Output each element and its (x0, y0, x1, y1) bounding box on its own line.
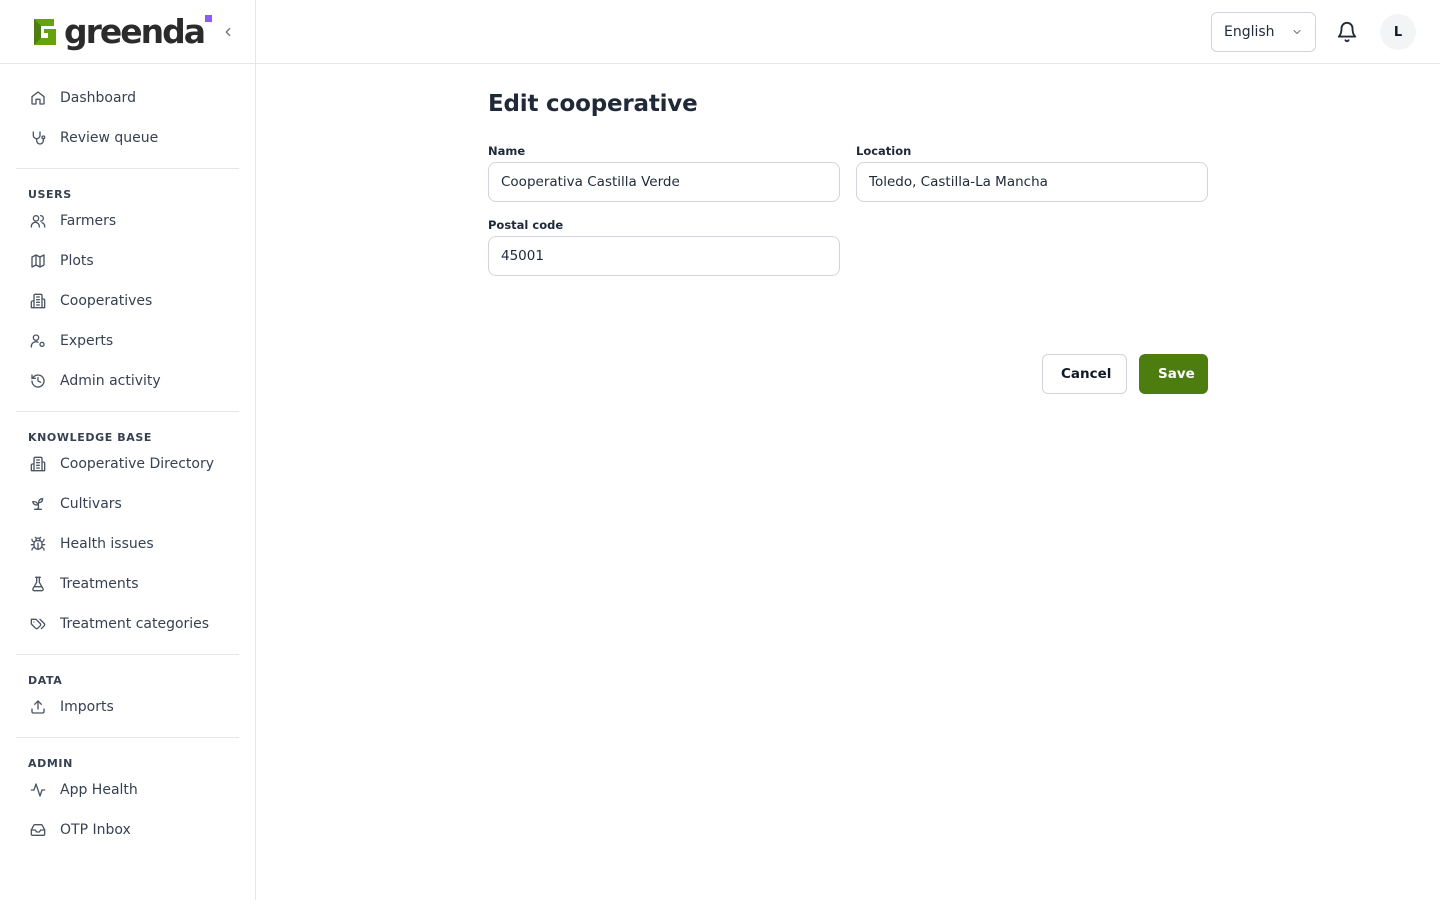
sidebar-item-cultivars[interactable]: Cultivars (16, 484, 239, 524)
divider (16, 654, 239, 655)
section-label-admin: ADMIN (28, 757, 73, 770)
bug-icon (28, 534, 48, 554)
sidebar-item-imports[interactable]: Imports (16, 687, 239, 727)
user-cog-icon (28, 331, 48, 351)
sidebar-header: greenda (0, 0, 255, 64)
sprout-icon (28, 494, 48, 514)
activity-icon (28, 780, 48, 800)
upload-icon (28, 697, 48, 717)
sidebar-item-plots[interactable]: Plots (16, 241, 239, 281)
users-icon (28, 211, 48, 231)
history-icon (28, 371, 48, 391)
sidebar-item-treatments[interactable]: Treatments (16, 564, 239, 604)
save-button[interactable]: Save (1139, 354, 1208, 394)
divider (16, 411, 239, 412)
flask-icon (28, 574, 48, 594)
name-input[interactable] (488, 162, 840, 202)
building-icon (28, 454, 48, 474)
sidebar-item-label: Imports (60, 699, 114, 715)
sidebar-item-otp-inbox[interactable]: OTP Inbox (16, 810, 239, 850)
name-label: Name (488, 144, 526, 158)
location-field-group: Location (856, 142, 1208, 202)
sidebar-item-cooperatives[interactable]: Cooperatives (16, 281, 239, 321)
form-actions: Cancel Save (1042, 354, 1208, 394)
map-icon (28, 251, 48, 271)
sidebar-nav: Dashboard Review queue USERS Farmers Plo… (16, 78, 239, 850)
sidebar-item-label: Treatments (60, 576, 139, 592)
logo-text: greenda (64, 12, 206, 51)
sidebar-item-label: App Health (60, 782, 138, 798)
avatar[interactable]: L (1380, 14, 1416, 50)
sidebar-item-health-issues[interactable]: Health issues (16, 524, 239, 564)
sidebar-item-label: Cooperatives (60, 293, 153, 309)
sidebar-item-label: Farmers (60, 213, 117, 229)
sidebar-item-farmers[interactable]: Farmers (16, 201, 239, 241)
chevron-down-icon (1291, 26, 1303, 42)
divider (16, 168, 239, 169)
home-icon (28, 88, 48, 108)
sidebar-item-label: Health issues (60, 536, 154, 552)
stethoscope-icon (28, 128, 48, 148)
page-title: Edit cooperative (488, 91, 698, 117)
main-content: Edit cooperative Name Location Postal co… (488, 88, 1208, 394)
sidebar-item-label: Review queue (60, 130, 159, 146)
sidebar-item-label: Treatment categories (60, 616, 210, 632)
chevron-left-icon (225, 27, 231, 37)
sidebar-item-label: Plots (60, 253, 94, 269)
sidebar-item-treatment-categories[interactable]: Treatment categories (16, 604, 239, 644)
building-icon (28, 291, 48, 311)
notifications-button[interactable] (1336, 21, 1358, 43)
sidebar-item-label: Experts (60, 333, 114, 349)
tags-icon (28, 614, 48, 634)
sidebar-item-app-health[interactable]: App Health (16, 770, 239, 810)
language-select[interactable]: English (1211, 12, 1316, 52)
bell-icon (1337, 22, 1357, 43)
edit-cooperative-form: Name Location Postal code Cancel Save (488, 142, 1208, 394)
postal-code-field-group: Postal code (488, 216, 840, 276)
sidebar-item-admin-activity[interactable]: Admin activity (16, 361, 239, 401)
sidebar-item-label: Dashboard (60, 90, 136, 106)
location-label: Location (856, 144, 912, 158)
section-label-users: USERS (28, 188, 72, 201)
sidebar-item-label: OTP Inbox (60, 822, 131, 838)
sidebar-item-label: Cooperative Directory (60, 456, 214, 472)
sidebar-item-label: Cultivars (60, 496, 122, 512)
divider (16, 737, 239, 738)
sidebar-item-label: Admin activity (60, 373, 161, 389)
name-field-group: Name (488, 142, 840, 202)
sidebar: greenda Dashboard Review queue USERS Far… (0, 0, 256, 900)
greenda-logo-mark-icon (34, 19, 56, 45)
topbar: English L (256, 0, 1440, 64)
sidebar-item-review-queue[interactable]: Review queue (16, 118, 239, 158)
location-input[interactable] (856, 162, 1208, 202)
sidebar-item-cooperative-directory[interactable]: Cooperative Directory (16, 444, 239, 484)
sidebar-item-experts[interactable]: Experts (16, 321, 239, 361)
cancel-button[interactable]: Cancel (1042, 354, 1127, 394)
sidebar-item-dashboard[interactable]: Dashboard (16, 78, 239, 118)
logo-accent-dot (205, 15, 213, 22)
section-label-knowledge-base: KNOWLEDGE BASE (28, 431, 152, 444)
inbox-icon (28, 820, 48, 840)
language-select-value: English (1224, 24, 1275, 40)
postal-code-input[interactable] (488, 236, 840, 276)
collapse-sidebar-button[interactable] (218, 22, 238, 42)
postal-code-label: Postal code (488, 218, 564, 232)
logo[interactable]: greenda (28, 12, 213, 51)
section-label-data: DATA (28, 674, 63, 687)
